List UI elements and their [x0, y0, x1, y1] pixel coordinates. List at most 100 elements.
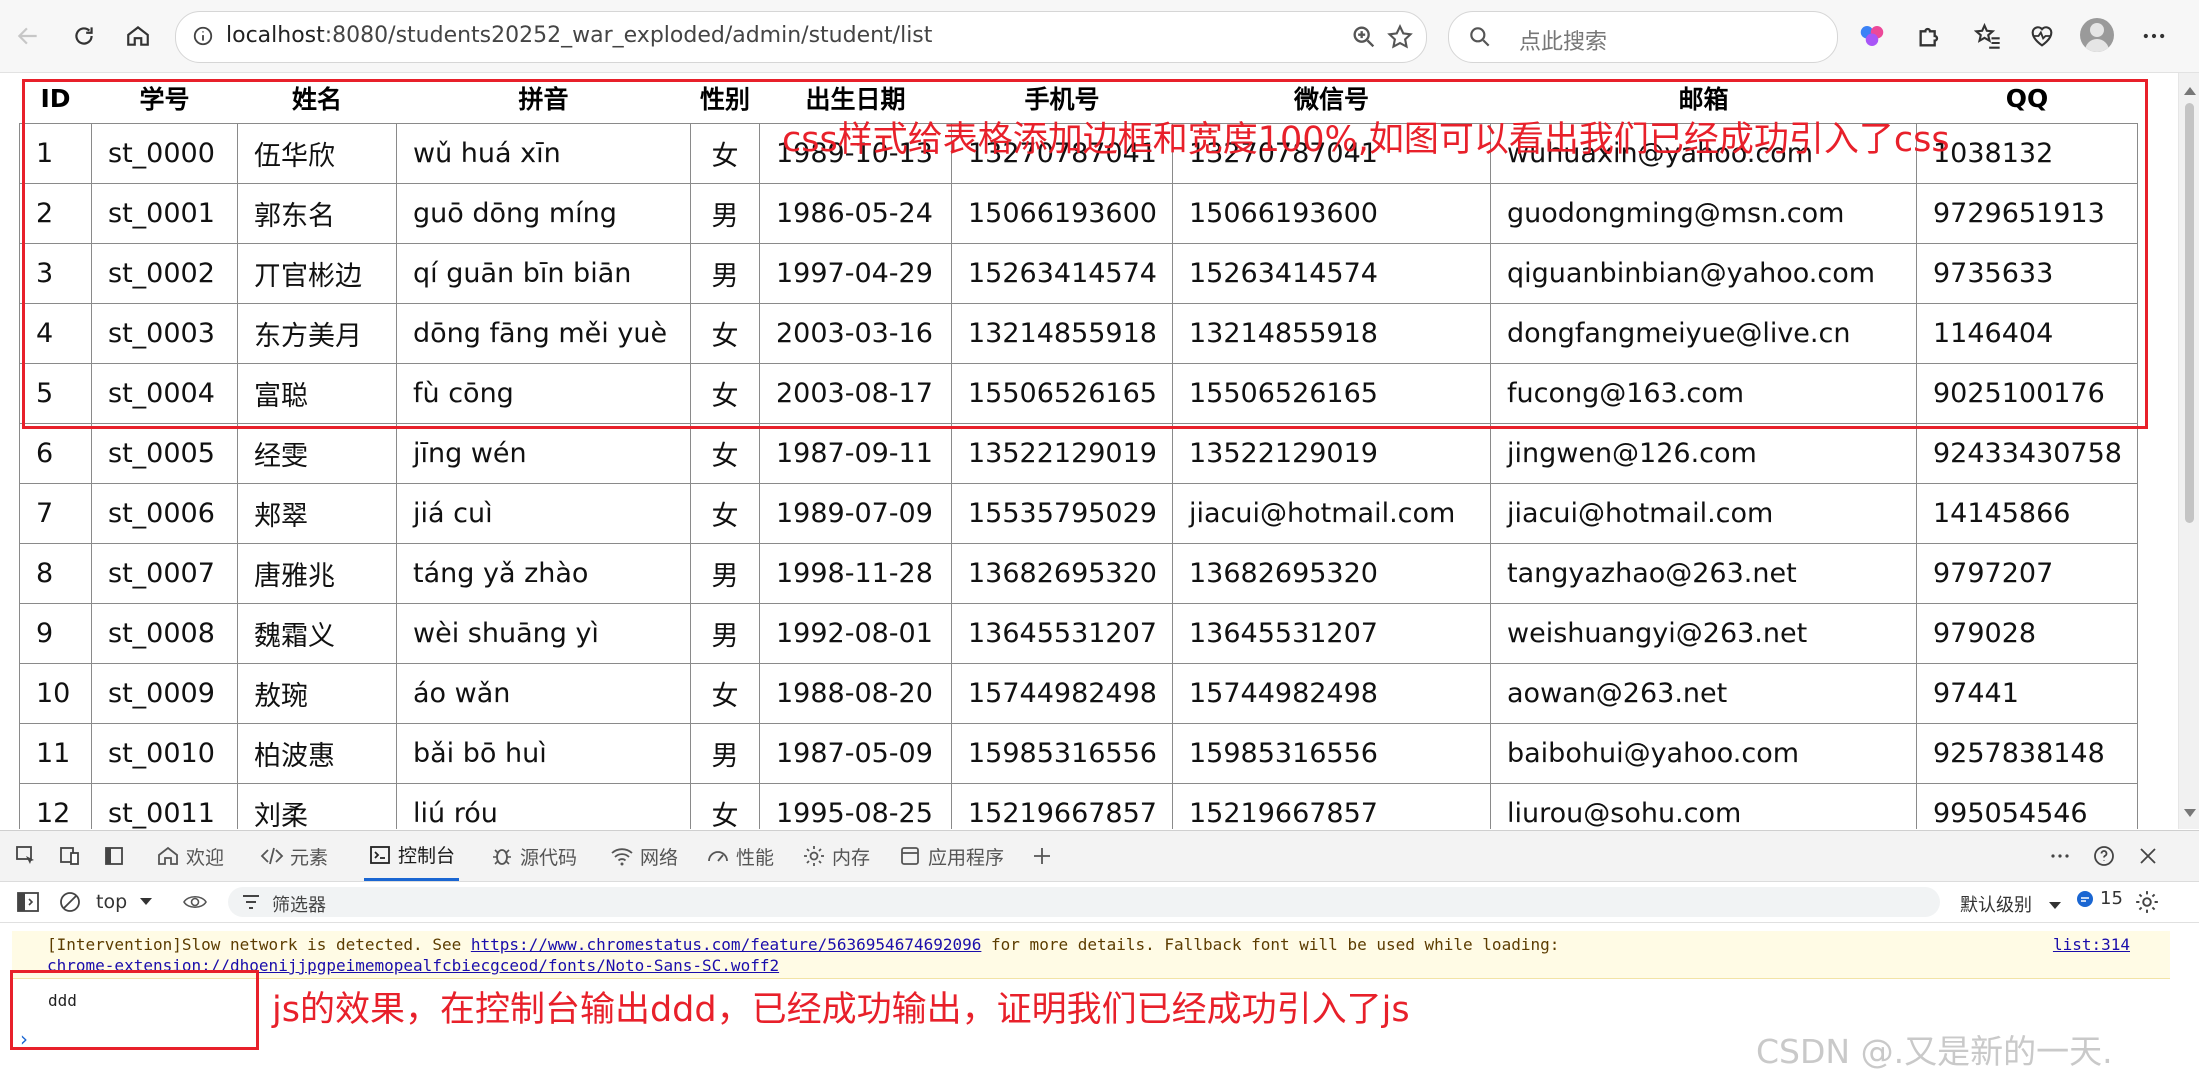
- cell-email: tangyazhao@263.net: [1490, 543, 1917, 604]
- scroll-up-arrow-icon[interactable]: [2184, 87, 2196, 95]
- cell-qq: 9257838148: [1916, 723, 2138, 784]
- tab-welcome[interactable]: 欢迎: [156, 831, 224, 881]
- cell-email: liurou@sohu.com: [1490, 783, 1917, 829]
- back-button[interactable]: [6, 14, 50, 58]
- sidebar-toggle-icon[interactable]: [16, 891, 40, 913]
- home-button[interactable]: [116, 14, 160, 58]
- scroll-thumb[interactable]: [2185, 103, 2194, 523]
- csdn-watermark: CSDN @.又是新的一天.: [1756, 1032, 2113, 1071]
- tab-memory[interactable]: 内存: [802, 831, 870, 881]
- cell-student-no: st_0004: [91, 363, 238, 424]
- cell-phone: 13522129019: [951, 423, 1173, 484]
- cell-email: baibohui@yahoo.com: [1490, 723, 1917, 784]
- issues-counter[interactable]: 15: [2076, 888, 2123, 909]
- toggle-sidebar-button[interactable]: [102, 831, 132, 881]
- info-icon[interactable]: [192, 25, 214, 47]
- cell-qq: 92433430758: [1916, 423, 2138, 484]
- zoom-icon[interactable]: [1350, 23, 1378, 51]
- log-level-dropdown[interactable]: 默认级别: [1960, 891, 2062, 917]
- cell-wechat: 15263414574: [1172, 243, 1491, 304]
- cell-qq: 1038132: [1916, 123, 2138, 184]
- cell-birthdate: 1987-09-11: [759, 423, 952, 484]
- cell-name: 魏霜义: [237, 603, 397, 664]
- more-dots-icon: [2143, 33, 2165, 39]
- tab-elements[interactable]: 元素: [260, 831, 328, 881]
- table-row: 2 st_0001 郭东名 guō dōng míng 男 1986-05-24 15066…: [19, 183, 2138, 244]
- cell-name: 东方美月: [237, 303, 397, 364]
- address-bar[interactable]: localhost:8080/students20252_war_explode…: [175, 11, 1427, 63]
- cell-student-no: st_0000: [91, 123, 238, 184]
- cell-email: qiguanbinbian@yahoo.com: [1490, 243, 1917, 304]
- message-bubble-icon: [2077, 890, 2093, 907]
- cell-wechat: 15066193600: [1172, 183, 1491, 244]
- console-settings-gear-icon[interactable]: [2134, 889, 2160, 915]
- cell-pinyin: áo wǎn: [396, 663, 691, 724]
- cell-id: 2: [19, 183, 92, 244]
- tab-console[interactable]: 控制台: [364, 831, 460, 881]
- search-box[interactable]: 点此搜索: [1448, 11, 1838, 63]
- scroll-down-arrow-icon[interactable]: [2184, 809, 2196, 817]
- table-row: 9 st_0008 魏霜义 wèi shuāng yì 男 1992-08-01 13645…: [19, 603, 2138, 664]
- cell-id: 11: [19, 723, 92, 784]
- cell-qq: 97441: [1916, 663, 2138, 724]
- favorites-button[interactable]: [1970, 18, 2006, 54]
- add-tab-button[interactable]: [1030, 831, 1060, 881]
- cell-phone: 15535795029: [951, 483, 1173, 544]
- browser-essentials-button[interactable]: [2024, 18, 2060, 54]
- page-scrollbar[interactable]: [2178, 73, 2199, 829]
- cell-name: 郏翠: [237, 483, 397, 544]
- device-emulation-button[interactable]: [58, 831, 88, 881]
- plus-icon: [1034, 848, 1050, 864]
- more-dots-icon: [2051, 854, 2069, 858]
- cell-wechat: 13522129019: [1172, 423, 1491, 484]
- cell-qq: 9025100176: [1916, 363, 2138, 424]
- more-menu-button[interactable]: [2136, 18, 2172, 54]
- cell-student-no: st_0007: [91, 543, 238, 604]
- cell-pinyin: bǎi bō huì: [396, 723, 691, 784]
- header-qq: QQ: [2005, 83, 2049, 113]
- gear-icon: [804, 846, 824, 866]
- cell-id: 6: [19, 423, 92, 484]
- devtools-more-button[interactable]: [2048, 831, 2078, 881]
- console-filter-input[interactable]: 筛选器: [228, 887, 1940, 917]
- tab-network[interactable]: 网络: [610, 831, 678, 881]
- search-icon: [1470, 27, 1490, 47]
- refresh-button[interactable]: [62, 14, 106, 58]
- console-warning-message: [Intervention]Slow network is detected. …: [12, 931, 2170, 979]
- cell-phone: 15744982498: [951, 663, 1173, 724]
- application-icon: [901, 847, 919, 865]
- profile-avatar[interactable]: [2080, 18, 2114, 52]
- device-icon: [60, 847, 79, 865]
- copilot-button[interactable]: [1854, 18, 1890, 54]
- cell-birthdate: 1986-05-24: [759, 183, 952, 244]
- help-button[interactable]: [2092, 831, 2122, 881]
- cell-wechat: 13682695320: [1172, 543, 1491, 604]
- heart-pulse-icon: [2031, 26, 2053, 47]
- cell-id: 10: [19, 663, 92, 724]
- cell-student-no: st_0003: [91, 303, 238, 364]
- tab-sources[interactable]: 源代码: [490, 831, 577, 881]
- extensions-button[interactable]: [1912, 18, 1948, 54]
- chromestatus-link[interactable]: https://www.chromestatus.com/feature/563…: [471, 935, 982, 954]
- console-toolbar: top 筛选器 默认级别 15: [0, 882, 2199, 923]
- table-row: 8 st_0007 唐雅兆 táng yǎ zhào 男 1998-11-28 136826…: [19, 543, 2138, 604]
- tab-application[interactable]: 应用程序: [898, 831, 1004, 881]
- cell-qq: 9735633: [1916, 243, 2138, 304]
- source-location-link[interactable]: list:314: [2053, 935, 2130, 954]
- cell-student-no: st_0001: [91, 183, 238, 244]
- devtools-panel: 欢迎 元素 控制台 源代码 网络 性能 内存 应用程序 top 筛选器 默认级别…: [0, 830, 2199, 1086]
- brain-icon: [1860, 26, 1884, 46]
- tab-performance[interactable]: 性能: [706, 831, 774, 881]
- inspect-element-button[interactable]: [14, 831, 44, 881]
- cell-gender: 女: [690, 303, 760, 364]
- cell-gender: 女: [690, 783, 760, 829]
- clear-console-icon[interactable]: [58, 890, 82, 914]
- favorite-star-icon[interactable]: [1386, 23, 1414, 51]
- close-devtools-button[interactable]: [2136, 831, 2166, 881]
- cell-wechat: 13645531207: [1172, 603, 1491, 664]
- cell-student-no: st_0011: [91, 783, 238, 829]
- cell-pinyin: táng yǎ zhào: [396, 543, 691, 604]
- eye-icon[interactable]: [182, 891, 208, 913]
- cell-phone: 15506526165: [951, 363, 1173, 424]
- context-selector[interactable]: top: [96, 889, 153, 915]
